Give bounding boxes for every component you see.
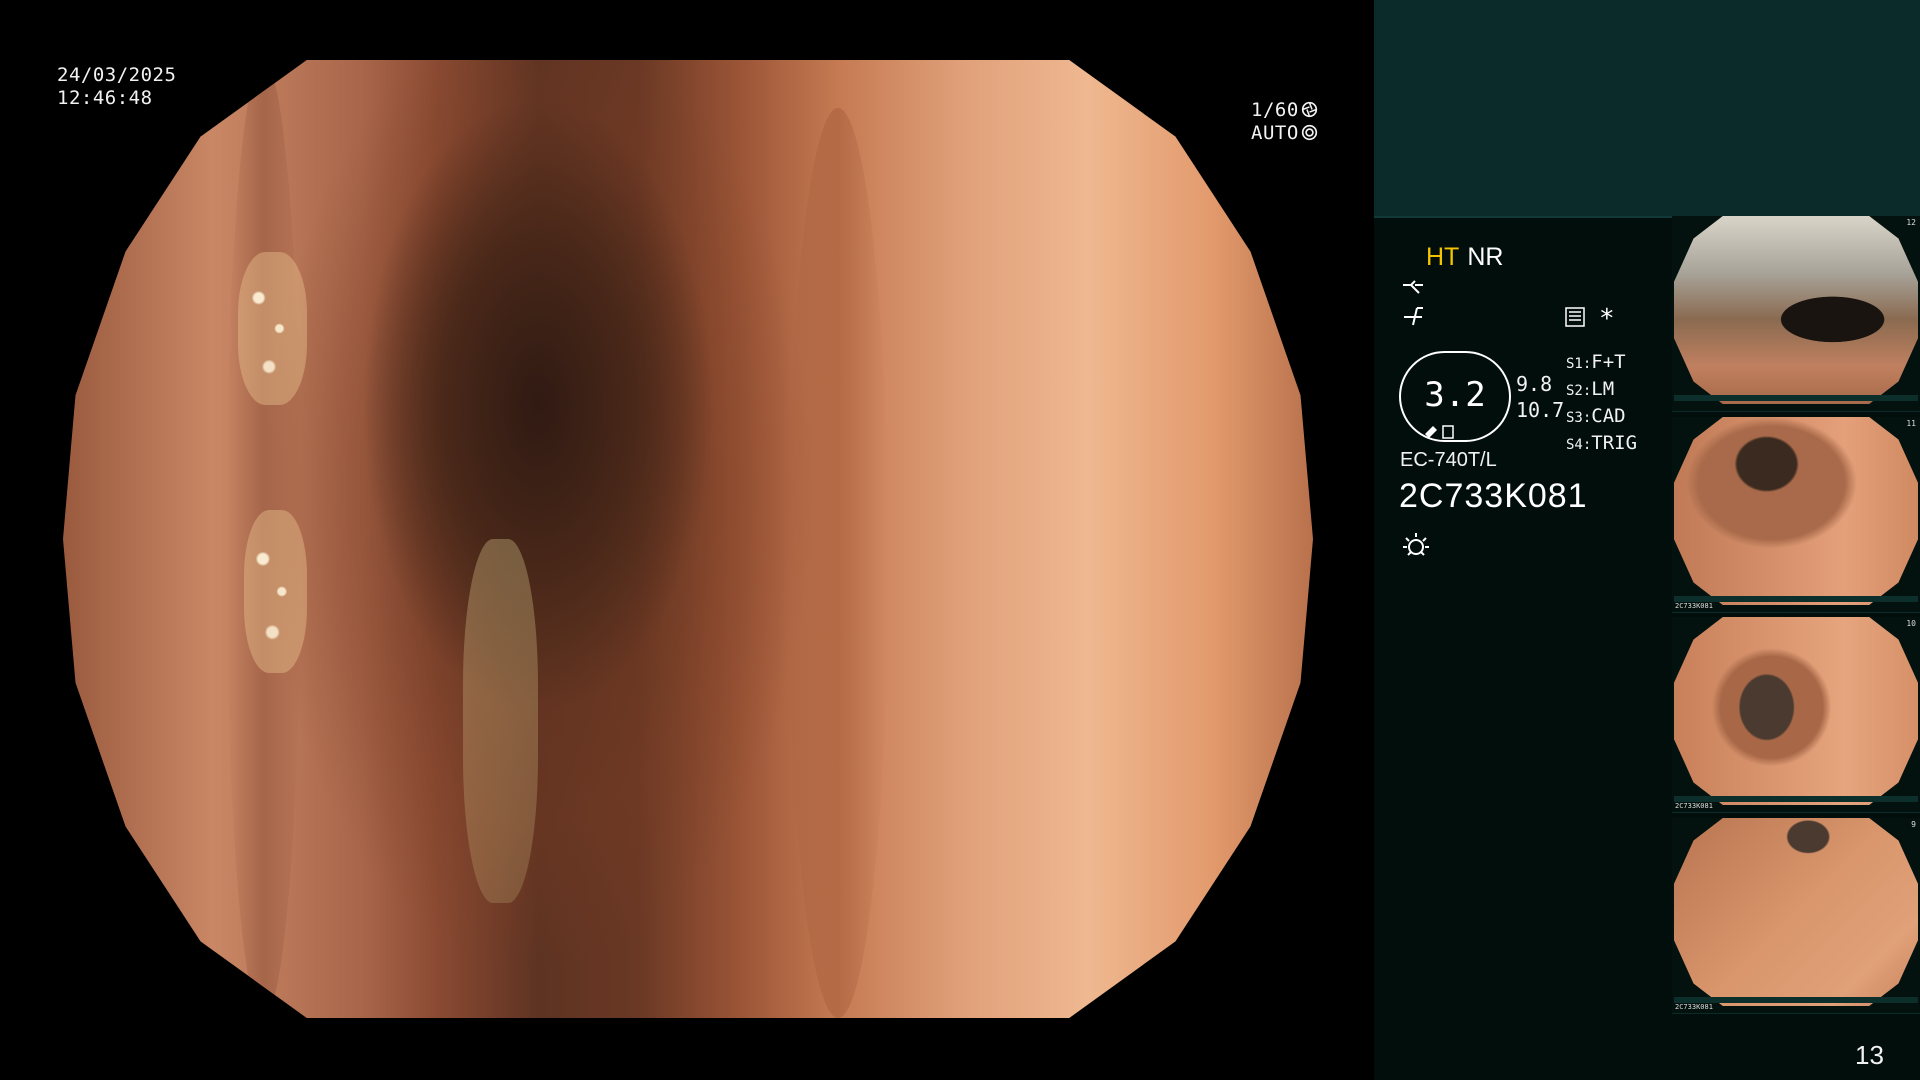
thumbnail-capture[interactable]: 11 2C733K081 — [1672, 417, 1920, 613]
light-source-icon — [1403, 533, 1429, 556]
page-number: 13 — [1855, 1040, 1884, 1070]
thumbnail-index: 9 — [1911, 820, 1916, 829]
readout-value-2: 10.7 — [1516, 398, 1565, 422]
mucosal-fold-right — [788, 107, 888, 1018]
exposure-overlay: 1/60 AUTO — [1251, 99, 1318, 145]
scope-model: EC-740T/L — [1400, 449, 1497, 471]
shutter-label: 1/60 — [1251, 99, 1299, 121]
asterisk-icon: * — [1599, 304, 1615, 334]
scope-setting-s3: S3:CAD — [1566, 405, 1626, 427]
thumbnail-index: 10 — [1906, 619, 1916, 628]
thumbnail-index: 12 — [1906, 218, 1916, 227]
thumbnail-image — [1674, 216, 1918, 404]
scope-setting-s2: S2:LM — [1566, 378, 1615, 400]
endoscopic-image — [63, 60, 1313, 1018]
bubbles-center — [463, 539, 538, 904]
side-panel-header-area — [1374, 0, 1920, 216]
iris-icon — [1301, 124, 1317, 141]
readout-value-1: 9.8 — [1516, 372, 1553, 396]
endoscope-main-view: 24/03/2025 12:46:48 1/60 AUTO — [0, 0, 1374, 1080]
dial-value: 3.2 — [1424, 375, 1486, 415]
thumbnail-serial: 2C733K081 — [1675, 602, 1713, 610]
thumbnail-image — [1674, 617, 1918, 805]
slash-icon — [1404, 307, 1423, 326]
bubbles-lower-left — [244, 510, 307, 674]
grid-menu-icon — [1565, 307, 1585, 327]
thumbnail-image — [1674, 417, 1918, 605]
thumbnail-bar — [1674, 395, 1918, 401]
dial-marker-icon — [1425, 425, 1454, 439]
thumbnail-capture[interactable]: 12 — [1672, 216, 1920, 412]
thumbnail-serial: 2C733K081 — [1675, 802, 1713, 810]
aperture-icon — [1301, 101, 1317, 118]
thumbnail-index: 11 — [1906, 419, 1916, 428]
thumbnail-image — [1674, 818, 1918, 1006]
scope-setting-s1: S1:F+T — [1566, 351, 1626, 373]
curve-icon — [1403, 280, 1423, 294]
exposure-mode-label: AUTO — [1251, 122, 1299, 144]
zoom-dial: 3.2 — [1399, 351, 1511, 442]
enhancement-modes: HT NR — [1426, 243, 1503, 272]
serial-number: 2C733K081 — [1399, 477, 1588, 515]
scope-setting-s4: S4:TRIG — [1566, 432, 1638, 454]
nr-mode-label: NR — [1467, 243, 1504, 271]
time-label: 12:46:48 — [57, 87, 153, 109]
date-label: 24/03/2025 — [57, 64, 177, 86]
datetime-overlay: 24/03/2025 12:46:48 — [57, 64, 176, 110]
readout-values: 9.8 10.7 — [1516, 371, 1564, 423]
thumbnail-capture[interactable]: 10 2C733K081 — [1672, 617, 1920, 813]
thumbnail-capture[interactable]: 9 2C733K081 — [1672, 818, 1920, 1014]
thumbnail-serial: 2C733K081 — [1675, 1003, 1713, 1011]
bubbles-upper-left — [238, 251, 307, 405]
ht-mode-label: HT — [1426, 243, 1460, 271]
scope-switch-settings: S1:F+T S2:LM S3:CAD S4:TRIG — [1566, 350, 1637, 458]
